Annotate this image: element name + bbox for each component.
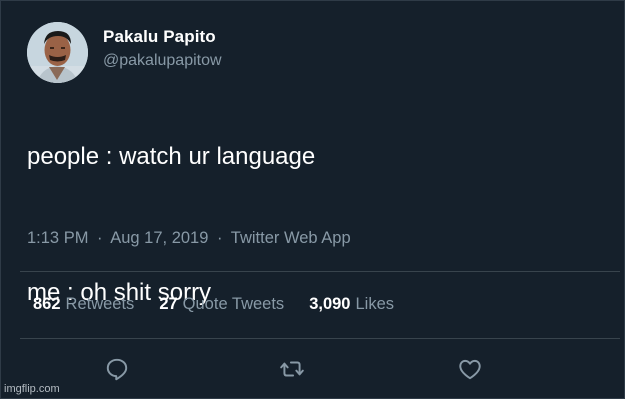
likes-stat[interactable]: 3,090 Likes [309, 295, 394, 314]
retweet-button[interactable] [279, 356, 305, 382]
avatar-image [27, 22, 88, 83]
quote-tweets-count: 27 [159, 295, 178, 313]
tweet-source[interactable]: Twitter Web App [231, 229, 351, 247]
likes-count: 3,090 [309, 295, 351, 313]
tweet-card: Pakalu Papito @pakalupapitow people : wa… [0, 0, 625, 399]
quote-tweets-stat[interactable]: 27 Quote Tweets [159, 295, 284, 314]
tweet-actions [0, 356, 625, 382]
like-button[interactable] [457, 356, 483, 382]
author-handle[interactable]: @pakalupapitow [103, 52, 222, 70]
quote-tweets-label: Quote Tweets [182, 295, 285, 313]
heart-icon [459, 359, 481, 380]
tweet-date[interactable]: Aug 17, 2019 [110, 229, 208, 247]
author-display-name[interactable]: Pakalu Papito [103, 27, 216, 47]
reply-button[interactable] [104, 356, 130, 382]
tweet-line: people : watch ur language [27, 143, 316, 170]
divider [20, 338, 620, 339]
tweet-time[interactable]: 1:13 PM [27, 229, 88, 247]
watermark: imgflip.com [4, 383, 60, 395]
meta-separator: · [217, 229, 223, 247]
retweet-icon [280, 361, 304, 377]
divider [20, 271, 620, 272]
tweet-stats: 862 Retweets 27 Quote Tweets 3,090 Likes [33, 295, 394, 314]
tweet-meta: 1:13 PM · Aug 17, 2019 · Twitter Web App [27, 229, 351, 248]
retweets-label: Retweets [65, 295, 135, 313]
meta-separator: · [97, 229, 103, 247]
likes-label: Likes [355, 295, 395, 313]
retweets-stat[interactable]: 862 Retweets [33, 295, 134, 314]
retweets-count: 862 [33, 295, 61, 313]
avatar[interactable] [27, 22, 88, 83]
reply-icon [106, 358, 128, 381]
